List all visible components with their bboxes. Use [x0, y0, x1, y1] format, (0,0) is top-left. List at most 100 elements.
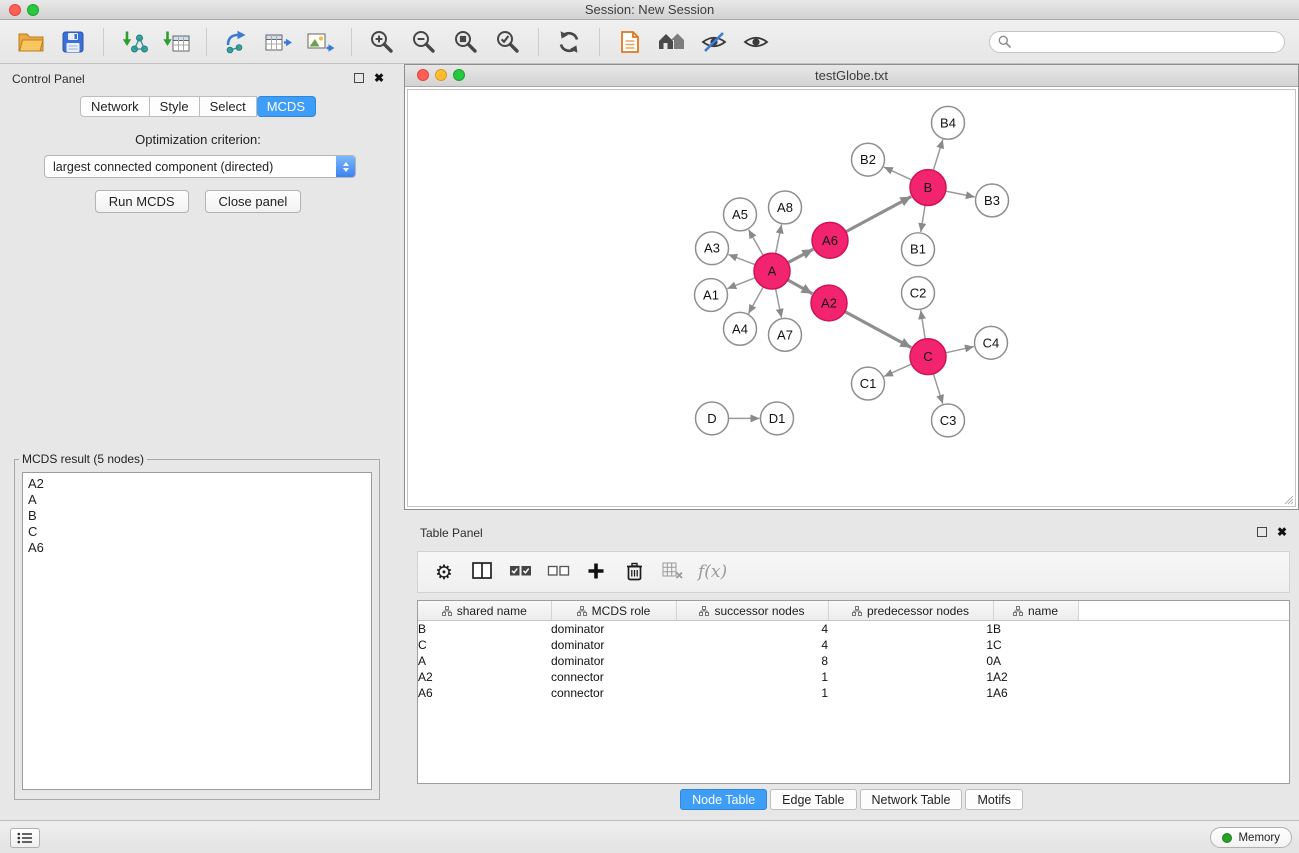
- open-session-button[interactable]: [10, 23, 52, 61]
- graph-node-C4[interactable]: C4: [975, 326, 1008, 359]
- close-panel-icon[interactable]: ✖: [1277, 527, 1287, 537]
- import-table-button[interactable]: [155, 23, 197, 61]
- table-row[interactable]: Cdominator41C: [418, 637, 1289, 653]
- table-cell[interactable]: 1: [676, 685, 828, 701]
- resize-handle[interactable]: [1282, 493, 1294, 505]
- graph-node-A6[interactable]: A6: [812, 222, 848, 258]
- refresh-layout-button[interactable]: [548, 23, 590, 61]
- graph-edge-A2-C[interactable]: [845, 312, 912, 348]
- float-panel-icon[interactable]: [354, 73, 364, 83]
- graph-node-A4[interactable]: A4: [724, 312, 757, 345]
- table-cell[interactable]: 1: [828, 669, 993, 685]
- show-graphics-details-button[interactable]: [735, 23, 777, 61]
- graph-node-A[interactable]: A: [754, 253, 790, 289]
- network-graph[interactable]: B4B2BB3A5A8A6B1A3AC2A1A2A4A7C4CC1DD1C3: [408, 90, 1295, 506]
- zoom-selected-button[interactable]: [487, 23, 529, 61]
- column-header-shared-name[interactable]: shared name: [418, 601, 551, 621]
- table-cell[interactable]: 1: [828, 685, 993, 701]
- table-cell[interactable]: 8: [676, 653, 828, 669]
- graph-node-C3[interactable]: C3: [932, 404, 965, 437]
- unselect-all-rows-button[interactable]: [540, 554, 576, 590]
- graph-edge-A-A4[interactable]: [748, 287, 763, 314]
- table-cell[interactable]: A: [418, 653, 551, 669]
- graph-edge-B-B4[interactable]: [933, 139, 943, 170]
- delete-table-button[interactable]: [654, 554, 690, 590]
- table-cell[interactable]: 4: [676, 637, 828, 653]
- table-cell[interactable]: A2: [418, 669, 551, 685]
- memory-button[interactable]: Memory: [1210, 827, 1292, 848]
- save-session-button[interactable]: [52, 23, 94, 61]
- graph-edge-A-A2[interactable]: [788, 280, 813, 294]
- zoom-fit-button[interactable]: [445, 23, 487, 61]
- tab-edge-table[interactable]: Edge Table: [770, 789, 856, 810]
- graph-edge-A-A1[interactable]: [727, 278, 755, 289]
- graph-edge-B-B2[interactable]: [884, 167, 912, 180]
- table-row[interactable]: A2connector11A2: [418, 669, 1289, 685]
- graph-edge-C-C2[interactable]: [921, 310, 926, 339]
- table-cell[interactable]: C: [993, 637, 1078, 653]
- optimization-criterion-dropdown[interactable]: largest connected component (directed): [44, 155, 356, 178]
- table-cell[interactable]: dominator: [551, 621, 676, 638]
- result-item[interactable]: A2: [28, 476, 366, 492]
- open-manual-button[interactable]: [609, 23, 651, 61]
- table-cell[interactable]: connector: [551, 685, 676, 701]
- network-window-titlebar[interactable]: testGlobe.txt: [405, 65, 1298, 87]
- graph-edge-C-C4[interactable]: [946, 347, 974, 353]
- table-cell[interactable]: C: [418, 637, 551, 653]
- table-cell[interactable]: B: [418, 621, 551, 638]
- graph-edge-A6-B[interactable]: [846, 197, 911, 232]
- import-network-button[interactable]: [113, 23, 155, 61]
- graph-node-A5[interactable]: A5: [724, 198, 757, 231]
- result-item[interactable]: A: [28, 492, 366, 508]
- table-cell[interactable]: 1: [828, 637, 993, 653]
- add-row-button[interactable]: [578, 554, 614, 590]
- delete-selected-rows-button[interactable]: [616, 554, 652, 590]
- search-input[interactable]: [1016, 34, 1276, 50]
- column-header-mcds-role[interactable]: MCDS role: [551, 601, 676, 621]
- table-cell[interactable]: 0: [828, 653, 993, 669]
- close-panel-icon[interactable]: ✖: [374, 73, 384, 83]
- graph-node-B4[interactable]: B4: [932, 106, 965, 139]
- table-row[interactable]: Bdominator41B: [418, 621, 1289, 638]
- graph-node-D[interactable]: D: [696, 402, 729, 435]
- graph-node-C[interactable]: C: [910, 339, 946, 375]
- result-item[interactable]: B: [28, 508, 366, 524]
- table-settings-button[interactable]: ⚙: [426, 554, 462, 590]
- graph-node-A2[interactable]: A2: [811, 285, 847, 321]
- zoom-in-button[interactable]: [361, 23, 403, 61]
- table-cell[interactable]: A6: [993, 685, 1078, 701]
- column-header-predecessor-nodes[interactable]: predecessor nodes: [828, 601, 993, 621]
- table-cell[interactable]: 1: [676, 669, 828, 685]
- graph-edge-B-B1[interactable]: [921, 205, 925, 232]
- table-cell[interactable]: B: [993, 621, 1078, 638]
- table-row[interactable]: Adominator80A: [418, 653, 1289, 669]
- float-panel-icon[interactable]: [1257, 527, 1267, 537]
- graph-node-A1[interactable]: A1: [695, 279, 728, 312]
- graph-node-B3[interactable]: B3: [976, 184, 1009, 217]
- graph-node-C2[interactable]: C2: [902, 277, 935, 310]
- column-header-name[interactable]: name: [993, 601, 1078, 621]
- graph-node-A7[interactable]: A7: [769, 318, 802, 351]
- export-image-button[interactable]: [300, 23, 342, 61]
- graph-edge-A-A8[interactable]: [776, 225, 782, 254]
- graph-node-B2[interactable]: B2: [852, 143, 885, 176]
- tab-motifs[interactable]: Motifs: [965, 789, 1022, 810]
- tab-network[interactable]: Network: [80, 96, 150, 117]
- result-item[interactable]: A6: [28, 540, 366, 556]
- function-builder-button[interactable]: f(x): [692, 554, 727, 590]
- table-cell[interactable]: A: [993, 653, 1078, 669]
- graph-edge-A-A5[interactable]: [749, 230, 764, 256]
- table-cell[interactable]: dominator: [551, 637, 676, 653]
- export-table-button[interactable]: [258, 23, 300, 61]
- graph-node-B[interactable]: B: [910, 170, 946, 206]
- graph-node-B1[interactable]: B1: [902, 233, 935, 266]
- table-row[interactable]: A6connector11A6: [418, 685, 1289, 701]
- select-all-rows-button[interactable]: [502, 554, 538, 590]
- first-neighbors-button[interactable]: [651, 23, 693, 61]
- tab-select[interactable]: Select: [200, 96, 257, 117]
- table-cell[interactable]: 4: [676, 621, 828, 638]
- graph-edge-B-B3[interactable]: [946, 191, 975, 197]
- graph-edge-A-A6[interactable]: [788, 249, 813, 262]
- graph-edge-C-C3[interactable]: [933, 374, 942, 404]
- graph-node-A3[interactable]: A3: [696, 232, 729, 265]
